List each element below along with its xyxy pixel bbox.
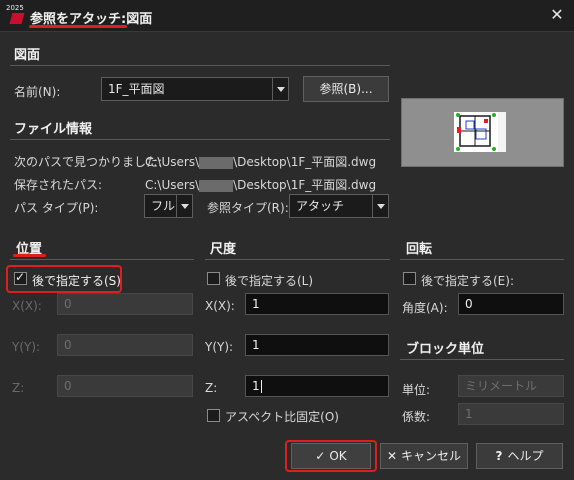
position-y-input[interactable]: 0: [57, 334, 193, 356]
section-rotation-title: 回転: [406, 242, 433, 257]
title-bar: 2025 参照をアタッチ:図面 ✕: [0, 0, 574, 32]
scale-x-label: X(X):: [205, 299, 235, 313]
floor-plan-thumbnail-icon: [454, 112, 506, 152]
cancel-button[interactable]: ✕ キャンセル: [380, 443, 468, 469]
section-rotation-divider: [400, 259, 564, 260]
chevron-down-icon: [372, 195, 388, 217]
saved-path-suffix: \Desktop\1F_平面図.dwg: [233, 178, 377, 192]
scale-y-label: Y(Y):: [205, 340, 234, 354]
scale-x-input[interactable]: 1: [245, 293, 389, 315]
title-highlight: [29, 25, 127, 28]
position-highlight: [13, 254, 46, 257]
block-unit-label: 単位:: [402, 383, 431, 397]
app-logo-icon: 2025: [6, 4, 28, 26]
path-type-dropdown[interactable]: フル: [144, 194, 193, 218]
block-factor-value: 1: [458, 403, 564, 425]
name-label: 名前(N):: [14, 85, 61, 99]
position-z-label: Z:: [12, 381, 25, 395]
username-redacted: [199, 179, 234, 192]
section-file-info-divider: [10, 139, 390, 140]
scale-specify-checkbox[interactable]: [207, 272, 220, 285]
saved-path-label: 保存されたパス:: [14, 178, 103, 192]
drawing-preview: [401, 98, 564, 167]
position-x-input[interactable]: 0: [57, 293, 193, 315]
uniform-scale-checkbox[interactable]: [207, 409, 220, 422]
found-path-prefix: C:\Users\: [145, 155, 200, 169]
check-icon: ✓: [315, 449, 326, 463]
section-block-unit-divider: [400, 359, 564, 360]
section-file-info-title: ファイル情報: [14, 122, 93, 137]
position-specify-label[interactable]: 後で指定する(S): [32, 272, 121, 289]
uniform-scale-label[interactable]: アスペクト比固定(O): [225, 408, 339, 425]
scale-z-input[interactable]: 1: [245, 375, 389, 397]
position-specify-checkbox[interactable]: [14, 270, 27, 285]
close-icon: ✕: [386, 449, 398, 463]
section-position-divider: [10, 259, 194, 260]
app-logo-badge: 2025: [6, 4, 24, 12]
rotation-specify-label[interactable]: 後で指定する(E):: [421, 272, 514, 289]
section-scale-title: 尺度: [210, 242, 237, 257]
position-z-input[interactable]: 0: [57, 375, 193, 397]
section-drawing-divider: [10, 65, 390, 66]
found-path-value: C:\Users\ \Desktop\1F_平面図.dwg: [145, 153, 376, 170]
chevron-down-icon: [272, 78, 288, 100]
username-redacted: [199, 156, 234, 169]
name-dropdown[interactable]: 1F_平面図: [101, 77, 289, 101]
ok-button-label: OK: [329, 449, 347, 463]
ok-button[interactable]: ✓ OK: [291, 443, 371, 469]
ref-type-value: アタッチ: [296, 199, 345, 213]
scale-z-value: 1: [252, 379, 260, 393]
found-path-label: 次のパスで見つかりました:: [14, 155, 163, 169]
help-button-label: ヘルプ: [507, 449, 544, 463]
section-scale-divider: [205, 259, 390, 260]
help-button[interactable]: ? ヘルプ: [476, 443, 563, 469]
path-type-label: パス タイプ(P):: [14, 201, 99, 215]
scale-specify-label[interactable]: 後で指定する(L): [225, 272, 313, 289]
browse-button[interactable]: 参照(B)...: [303, 76, 389, 102]
section-drawing-title: 図面: [14, 48, 41, 63]
saved-path-value: C:\Users\ \Desktop\1F_平面図.dwg: [145, 176, 376, 193]
scale-z-label: Z:: [205, 381, 218, 395]
found-path-suffix: \Desktop\1F_平面図.dwg: [233, 155, 377, 169]
saved-path-prefix: C:\Users\: [145, 178, 200, 192]
position-y-label: Y(Y):: [12, 340, 41, 354]
rotation-specify-checkbox[interactable]: [403, 272, 416, 285]
text-cursor: [260, 380, 262, 393]
ref-type-label: 参照タイプ(R):: [207, 201, 289, 215]
rotation-angle-input[interactable]: 0: [458, 293, 564, 315]
cancel-button-label: キャンセル: [401, 449, 462, 463]
app-logo-mark: [9, 13, 25, 24]
block-factor-label: 係数:: [402, 410, 431, 424]
close-button[interactable]: ✕: [547, 5, 567, 25]
block-unit-value: ミリメートル: [458, 375, 564, 397]
position-x-label: X(X):: [12, 299, 42, 313]
path-type-value: フル: [151, 199, 176, 213]
question-icon: ?: [495, 449, 503, 463]
chevron-down-icon: [176, 195, 192, 217]
name-dropdown-value: 1F_平面図: [108, 82, 165, 96]
ref-type-dropdown[interactable]: アタッチ: [289, 194, 389, 218]
section-block-unit-title: ブロック単位: [406, 342, 485, 357]
rotation-angle-label: 角度(A):: [402, 301, 448, 315]
scale-y-input[interactable]: 1: [245, 334, 389, 356]
